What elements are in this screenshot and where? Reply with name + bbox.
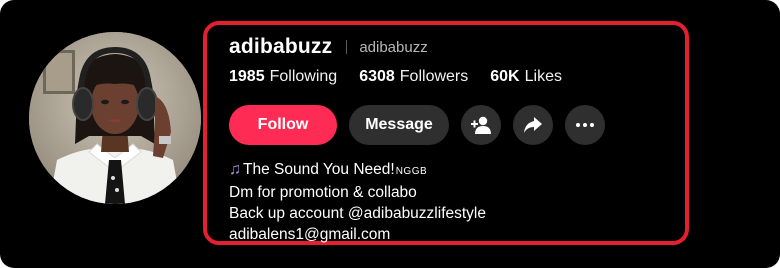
nickname: adibabuzz	[359, 38, 428, 56]
add-friend-icon	[471, 116, 491, 134]
more-icon	[576, 123, 594, 127]
stat-likes: 60K Likes	[490, 68, 562, 86]
share-icon	[524, 117, 542, 133]
more-button[interactable]	[565, 105, 605, 145]
follow-button[interactable]: Follow	[229, 105, 337, 145]
action-buttons: Follow Message	[229, 105, 679, 145]
music-note-icon: ♫	[229, 161, 241, 178]
stat-likes-count: 60K	[490, 68, 520, 85]
bio: ♫ The Sound You Need!NGGB Dm for promotio…	[229, 159, 679, 245]
stat-following-count: 1985	[229, 68, 265, 85]
stat-following-label: Following	[269, 68, 338, 85]
bio-line-1-text: The Sound You Need!	[243, 161, 395, 178]
message-button[interactable]: Message	[349, 105, 449, 145]
bio-line-3: Back up account @adibabuzzlifestyle	[229, 205, 486, 222]
profile-info: adibabuzz adibabuzz 1985 Following 6308 Fo…	[229, 34, 679, 245]
add-friend-button[interactable]	[461, 105, 501, 145]
bio-line-1-suffix: NGGB	[395, 166, 428, 177]
stat-followers-count: 6308	[359, 68, 395, 85]
bio-line-4: adibalens1@gmail.com	[229, 226, 391, 243]
profile-header-card: adibabuzz adibabuzz 1985 Following 6308 Fo…	[0, 0, 780, 268]
stat-following[interactable]: 1985 Following	[229, 68, 337, 86]
username: adibabuzz	[229, 35, 333, 58]
stat-likes-label: Likes	[524, 68, 562, 85]
avatar[interactable]	[29, 32, 201, 204]
avatar-photo	[29, 32, 201, 204]
name-row: adibabuzz adibabuzz	[229, 34, 679, 60]
stats-row: 1985 Following 6308 Followers 60K Likes	[229, 68, 679, 90]
bio-line-2: Dm for promotion & collabo	[229, 184, 417, 201]
stat-followers-label: Followers	[399, 68, 469, 85]
stat-followers[interactable]: 6308 Followers	[359, 68, 468, 86]
name-divider	[346, 40, 348, 54]
bio-line-1: ♫ The Sound You Need!NGGB	[229, 159, 679, 182]
share-button[interactable]	[513, 105, 553, 145]
